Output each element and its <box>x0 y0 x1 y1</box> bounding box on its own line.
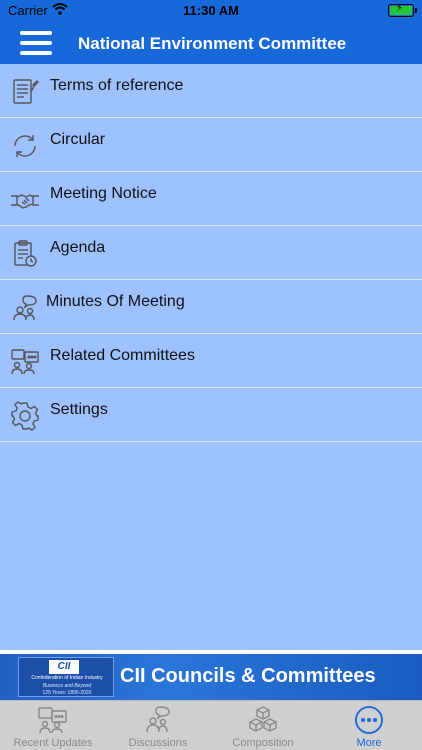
page-title: National Environment Committee <box>78 34 347 53</box>
menu-item-meeting-notice[interactable]: Meeting Notice <box>0 172 422 226</box>
people-presentation-icon <box>10 347 40 377</box>
menu-item-circular[interactable]: Circular <box>0 118 422 172</box>
gear-icon <box>10 401 40 431</box>
cii-logo-mark: CII <box>49 660 79 674</box>
people-discussion-icon <box>143 705 173 735</box>
menu-list: Terms of reference Circular Meeting Noti… <box>0 64 422 650</box>
menu-item-label: Meeting Notice <box>50 185 157 202</box>
hamburger-icon[interactable] <box>20 31 52 55</box>
menu-item-label: Terms of reference <box>50 77 184 94</box>
status-time: 11:30 AM <box>183 3 239 18</box>
menu-item-label: Minutes Of Meeting <box>46 293 185 310</box>
cii-logo-line: Confederation of Indian Industry <box>31 675 103 681</box>
menu-item-related-committees[interactable]: Related Committees <box>0 334 422 388</box>
tab-recent-updates[interactable]: Recent Updates <box>0 701 106 750</box>
menu-item-terms-of-reference[interactable]: Terms of reference <box>0 64 422 118</box>
handshake-icon <box>10 185 40 215</box>
banner-title: CII Councils & Committees <box>120 665 376 687</box>
menu-item-label: Circular <box>50 131 106 148</box>
refresh-cycle-icon <box>10 131 40 161</box>
people-chat-icon <box>10 293 40 323</box>
status-bar: Carrier 11:30 AM ⚡ <box>0 0 422 22</box>
document-list-icon <box>10 77 40 107</box>
cii-logo-tagline: Business and Beyond <box>42 683 92 689</box>
nav-bar: National Environment Committee <box>0 22 422 64</box>
cii-banner: CII Confederation of Indian Industry Bus… <box>0 654 422 700</box>
menu-item-label: Settings <box>50 401 108 418</box>
menu-item-agenda[interactable]: Agenda <box>0 226 422 280</box>
tab-composition[interactable]: Composition <box>210 701 316 750</box>
tab-label: Discussions <box>128 737 188 749</box>
battery-icon: ⚡ <box>388 3 417 17</box>
tab-discussions[interactable]: Discussions <box>105 701 211 750</box>
chat-screen-icon <box>38 705 68 735</box>
menu-item-label: Agenda <box>50 239 106 256</box>
tab-bar: Recent Updates Discussions Composition M… <box>0 700 422 750</box>
cii-logo-years: 125 Years: 1895-2020 <box>42 690 92 696</box>
menu-item-settings[interactable]: Settings <box>0 388 422 442</box>
cii-logo: CII Confederation of Indian Industry Bus… <box>18 657 114 697</box>
tab-label: More <box>356 737 382 749</box>
tab-label: Recent Updates <box>13 737 93 749</box>
menu-item-label: Related Committees <box>50 347 195 364</box>
boxes-icon <box>248 705 278 735</box>
menu-item-minutes-of-meeting[interactable]: Minutes Of Meeting <box>0 280 422 334</box>
more-dots-icon <box>354 705 384 735</box>
tab-label: Composition <box>232 737 294 749</box>
tab-more[interactable]: More <box>316 701 422 750</box>
clipboard-clock-icon <box>10 239 40 269</box>
